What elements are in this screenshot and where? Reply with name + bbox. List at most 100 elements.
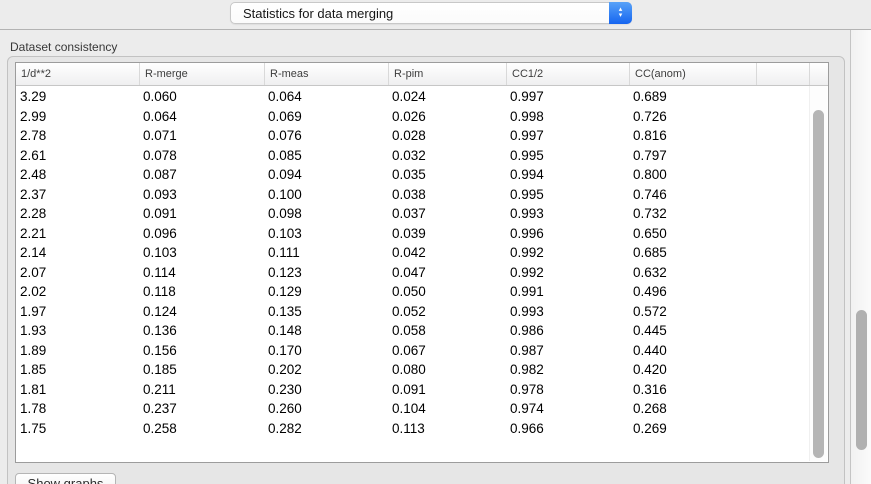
table-cell: 2.02 [16,284,139,299]
table-cell: 0.103 [139,245,264,260]
table-cell: 0.156 [139,343,264,358]
table-cell: 2.99 [16,109,139,124]
table-row[interactable]: 2.070.1140.1230.0470.9920.632 [16,263,809,283]
table-cell: 2.61 [16,148,139,163]
table-row[interactable]: 1.810.2110.2300.0910.9780.316 [16,380,809,400]
popup-chevrons-icon: ▴ ▾ [609,2,632,24]
table-cell: 0.050 [388,284,506,299]
table-cell: 0.039 [388,226,506,241]
table-cell: 0.982 [506,362,629,377]
table-cell: 0.496 [629,284,756,299]
table-row[interactable]: 1.750.2580.2820.1130.9660.269 [16,419,809,439]
view-selector-value: Statistics for data merging [231,6,631,21]
table-cell: 2.48 [16,167,139,182]
table-row[interactable]: 2.210.0960.1030.0390.9960.650 [16,224,809,244]
table-cell: 0.104 [388,401,506,416]
table-cell: 0.211 [139,382,264,397]
table-cell: 0.035 [388,167,506,182]
table-cell: 0.995 [506,187,629,202]
table-cell: 0.024 [388,89,506,104]
table-cell: 1.85 [16,362,139,377]
table-cell: 1.89 [16,343,139,358]
table-row[interactable]: 2.610.0780.0850.0320.9950.797 [16,146,809,166]
table-cell: 0.058 [388,323,506,338]
table-cell: 0.100 [264,187,388,202]
table-cell: 0.118 [139,284,264,299]
header-cell[interactable]: 1/d**2 [16,63,139,85]
table-row[interactable]: 2.990.0640.0690.0260.9980.726 [16,107,809,127]
table-cell: 0.202 [264,362,388,377]
table-cell: 0.269 [629,421,756,436]
table-cell: 0.060 [139,89,264,104]
table-cell: 0.087 [139,167,264,182]
table-cell: 0.732 [629,206,756,221]
table-cell: 0.282 [264,421,388,436]
table-row[interactable]: 1.970.1240.1350.0520.9930.572 [16,302,809,322]
table-cell: 0.098 [264,206,388,221]
table-cell: 0.076 [264,128,388,143]
table-cell: 0.064 [264,89,388,104]
table-scrollbar[interactable] [809,86,827,461]
table-row[interactable]: 3.290.0600.0640.0240.9970.689 [16,87,809,107]
table-cell: 2.07 [16,265,139,280]
window-scrollbar[interactable] [850,30,871,484]
header-cell[interactable]: CC1/2 [506,63,629,85]
show-graphs-button[interactable]: Show graphs [15,473,116,484]
table-cell: 0.996 [506,226,629,241]
table-cell: 0.069 [264,109,388,124]
table-row[interactable]: 2.370.0930.1000.0380.9950.746 [16,185,809,205]
table-row[interactable]: 1.930.1360.1480.0580.9860.445 [16,321,809,341]
table-cell: 0.052 [388,304,506,319]
table-cell: 1.93 [16,323,139,338]
table-cell: 0.685 [629,245,756,260]
table-cell: 0.064 [139,109,264,124]
table-cell: 0.091 [139,206,264,221]
window-scrollbar-thumb[interactable] [856,310,867,450]
table-cell: 0.047 [388,265,506,280]
table-row[interactable]: 1.890.1560.1700.0670.9870.440 [16,341,809,361]
table-row[interactable]: 2.020.1180.1290.0500.9910.496 [16,282,809,302]
table-cell: 0.078 [139,148,264,163]
table-cell: 0.746 [629,187,756,202]
table-cell: 0.572 [629,304,756,319]
table-cell: 0.258 [139,421,264,436]
table-cell: 0.096 [139,226,264,241]
chevron-down-icon: ▾ [619,13,623,19]
header-cell[interactable]: R-meas [264,63,388,85]
table-cell: 0.080 [388,362,506,377]
table-cell: 0.148 [264,323,388,338]
table-cell: 0.094 [264,167,388,182]
table-row[interactable]: 2.140.1030.1110.0420.9920.685 [16,243,809,263]
statistics-table: 1/d**2R-mergeR-measR-pimCC1/2CC(anom) 3.… [15,62,829,463]
table-cell: 0.974 [506,401,629,416]
section-label: Dataset consistency [10,40,117,54]
table-cell: 0.726 [629,109,756,124]
table-cell: 0.170 [264,343,388,358]
table-cell: 2.14 [16,245,139,260]
table-row[interactable]: 2.780.0710.0760.0280.9970.816 [16,126,809,146]
table-row[interactable]: 2.480.0870.0940.0350.9940.800 [16,165,809,185]
header-cell[interactable]: R-pim [388,63,506,85]
header-cell[interactable]: R-merge [139,63,264,85]
table-cell: 0.998 [506,109,629,124]
header-cell[interactable]: CC(anom) [629,63,756,85]
table-row[interactable]: 1.850.1850.2020.0800.9820.420 [16,360,809,380]
table-cell: 0.037 [388,206,506,221]
table-cell: 0.997 [506,128,629,143]
table-cell: 0.230 [264,382,388,397]
table-cell: 0.129 [264,284,388,299]
table-cell: 0.991 [506,284,629,299]
table-row[interactable]: 2.280.0910.0980.0370.9930.732 [16,204,809,224]
table-cell: 0.689 [629,89,756,104]
table-cell: 0.091 [388,382,506,397]
table-scrollbar-thumb[interactable] [813,110,824,458]
table-cell: 0.114 [139,265,264,280]
table-cell: 0.997 [506,89,629,104]
table-cell: 0.797 [629,148,756,163]
table-cell: 2.21 [16,226,139,241]
table-cell: 0.650 [629,226,756,241]
table-cell: 0.038 [388,187,506,202]
view-selector-popup[interactable]: Statistics for data merging ▴ ▾ [230,2,632,24]
table-row[interactable]: 1.780.2370.2600.1040.9740.268 [16,399,809,419]
table-cell: 0.111 [264,245,388,260]
